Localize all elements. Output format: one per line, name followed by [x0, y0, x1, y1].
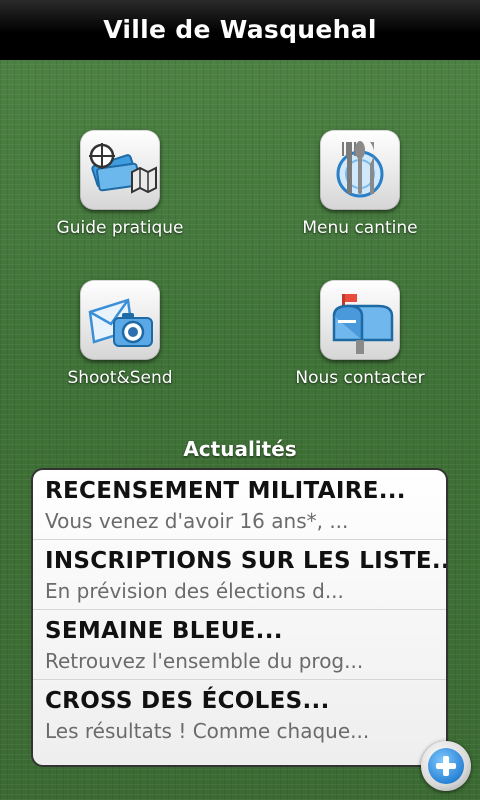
guide-pratique-tile[interactable]: Guide pratique — [40, 130, 200, 238]
mailbox-icon — [320, 280, 400, 360]
news-item[interactable]: INSCRIPTIONS SUR LES LISTE... En prévisi… — [33, 540, 446, 610]
menu-cantine-label: Menu cantine — [302, 218, 418, 238]
app-title-bar: Ville de Wasquehal — [0, 0, 480, 60]
news-item-summary: Les résultats ! Comme chaque... — [45, 719, 370, 743]
news-item-title: CROSS DES ÉCOLES... — [45, 688, 330, 714]
shoot-send-tile[interactable]: Shoot&Send — [40, 280, 200, 388]
news-item[interactable]: CROSS DES ÉCOLES... Les résultats ! Comm… — [33, 680, 446, 750]
news-list: RECENSEMENT MILITAIRE... Vous venez d'av… — [31, 468, 448, 767]
menu-cantine-tile[interactable]: Menu cantine — [280, 130, 440, 238]
news-item-title: RECENSEMENT MILITAIRE... — [45, 478, 406, 504]
cutlery-icon — [320, 130, 400, 210]
news-item[interactable]: SEMAINE BLEUE... Retrouvez l'ensemble du… — [33, 610, 446, 680]
guide-pratique-label: Guide pratique — [56, 218, 184, 238]
app-title: Ville de Wasquehal — [103, 15, 377, 44]
guide-map-icon — [80, 130, 160, 210]
nous-contacter-label: Nous contacter — [295, 368, 425, 388]
news-item-summary: Vous venez d'avoir 16 ans*, ... — [45, 509, 349, 533]
plus-icon — [428, 748, 464, 784]
nous-contacter-tile[interactable]: Nous contacter — [280, 280, 440, 388]
news-heading: Actualités — [183, 437, 297, 461]
add-button[interactable] — [421, 741, 471, 791]
news-item[interactable]: RECENSEMENT MILITAIRE... Vous venez d'av… — [33, 470, 446, 540]
camera-icon — [80, 280, 160, 360]
shoot-send-label: Shoot&Send — [67, 368, 173, 388]
news-item-title: SEMAINE BLEUE... — [45, 618, 283, 644]
news-item-summary: Retrouvez l'ensemble du prog... — [45, 649, 364, 673]
news-item-title: INSCRIPTIONS SUR LES LISTE... — [45, 548, 446, 574]
news-item-summary: En prévision des élections d... — [45, 579, 344, 603]
